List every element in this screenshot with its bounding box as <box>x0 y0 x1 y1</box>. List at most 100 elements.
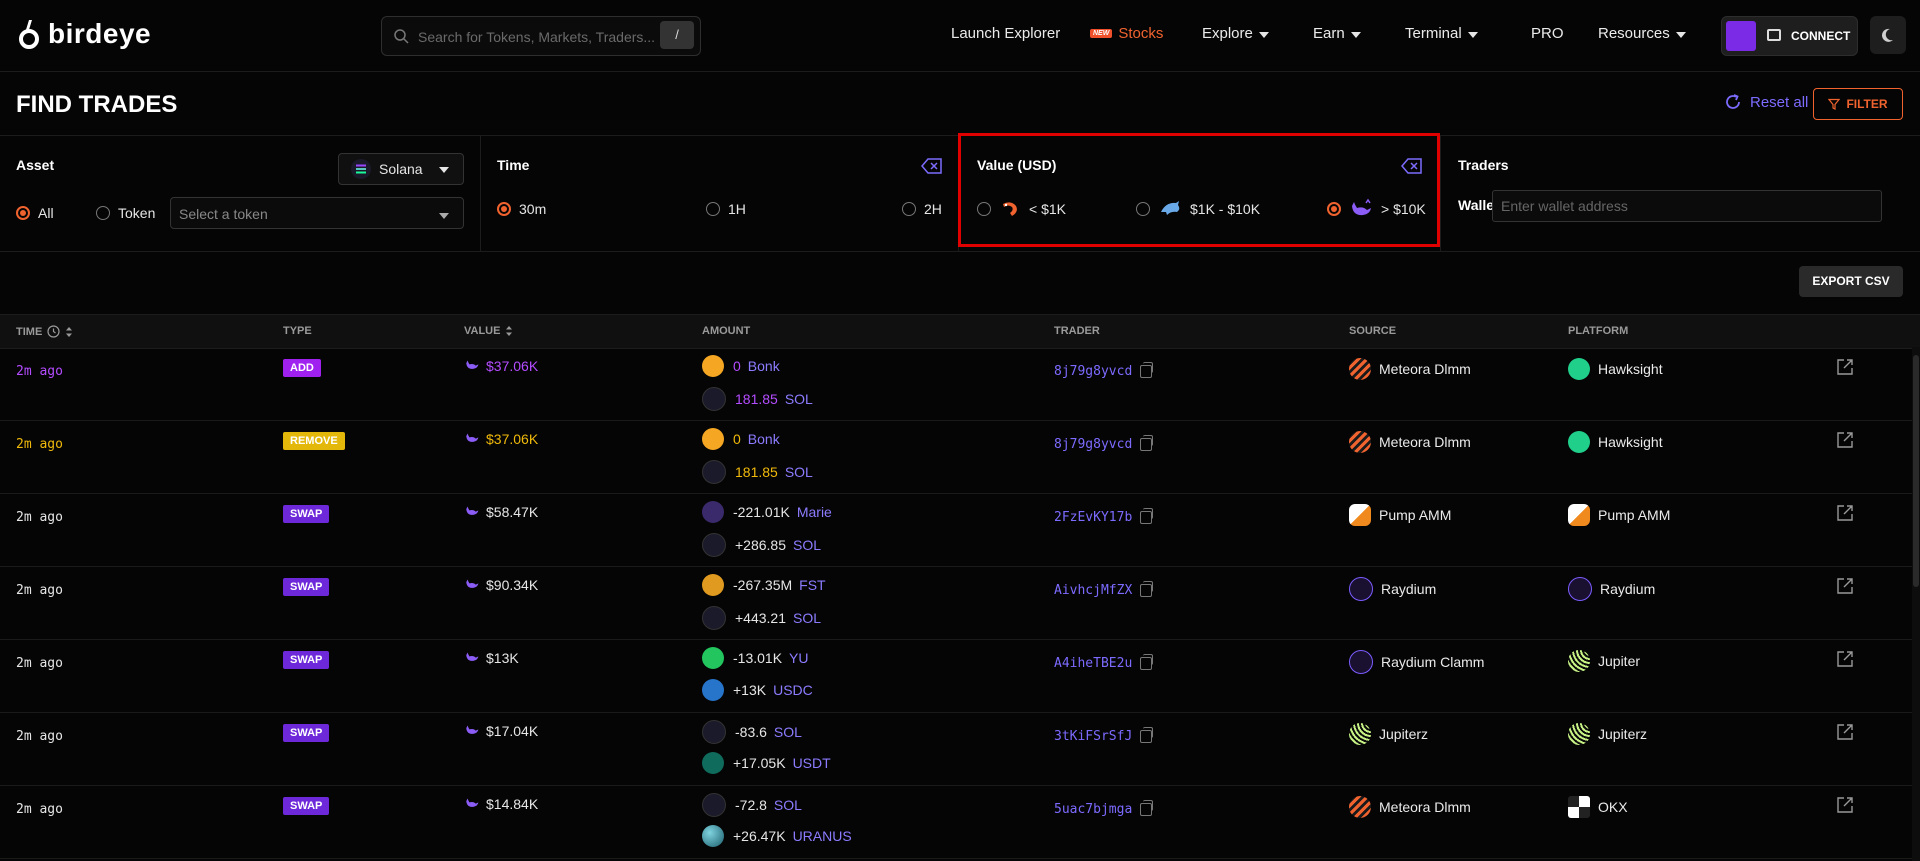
token-symbol-link[interactable]: SOL <box>785 464 813 480</box>
yu-token-icon <box>702 647 724 669</box>
trader-address[interactable]: AivhcjMfZX <box>1054 581 1154 598</box>
external-link-icon[interactable] <box>1836 796 1854 814</box>
refresh-icon <box>1726 94 1740 109</box>
time-option-1h[interactable]: 1H <box>706 201 746 217</box>
table-row[interactable]: 2m ago SWAP $17.04K -83.6 SOL +17.05K US… <box>0 713 1912 786</box>
table-row[interactable]: 2m ago ADD $37.06K 0 Bonk 181.85 SOL 8j7… <box>0 348 1912 421</box>
copy-icon[interactable] <box>1140 362 1154 378</box>
token-symbol-link[interactable]: Bonk <box>748 358 780 374</box>
export-csv-button[interactable]: EXPORT CSV <box>1799 266 1903 297</box>
time-option-30m[interactable]: 30m <box>497 201 546 217</box>
nav-explore[interactable]: Explore <box>1202 25 1269 42</box>
platform-name: Hawksight <box>1598 434 1663 450</box>
trader-address-text[interactable]: 8j79g8yvcd <box>1054 437 1132 452</box>
filter-button[interactable]: FILTER <box>1813 88 1903 120</box>
trader-address-text[interactable]: A4iheTBE2u <box>1054 656 1132 671</box>
clear-filter-icon[interactable] <box>921 158 943 174</box>
trader-address-text[interactable]: 3tKiFSrSfJ <box>1054 729 1132 744</box>
table-row[interactable]: 2m ago REMOVE $37.06K 0 Bonk 181.85 SOL … <box>0 421 1912 494</box>
hawksight-logo-icon <box>1568 358 1590 380</box>
clock-icon <box>47 325 60 338</box>
chain-select[interactable]: Solana <box>338 153 464 185</box>
column-value-label: VALUE <box>464 325 501 337</box>
external-link-icon[interactable] <box>1836 577 1854 595</box>
token-symbol-link[interactable]: SOL <box>793 537 821 553</box>
connect-label: CONNECT <box>1791 29 1851 43</box>
source-name: Meteora Dlmm <box>1379 434 1471 450</box>
copy-icon[interactable] <box>1140 800 1154 816</box>
trader-address[interactable]: 2FzEvKY17b <box>1054 508 1154 525</box>
trader-address-text[interactable]: 5uac7bjmga <box>1054 802 1132 817</box>
whale-icon <box>466 506 479 515</box>
reset-all-button[interactable]: Reset all <box>1724 93 1808 111</box>
trader-address-text[interactable]: AivhcjMfZX <box>1054 583 1132 598</box>
nav-stocks[interactable]: NEW Stocks <box>1090 25 1163 42</box>
token-symbol-link[interactable]: SOL <box>785 391 813 407</box>
token-symbol-link[interactable]: YU <box>789 650 808 666</box>
external-link-icon[interactable] <box>1836 650 1854 668</box>
birdeye-logo[interactable]: birdeye <box>16 18 151 50</box>
scrollbar-thumb[interactable] <box>1913 355 1919 587</box>
trader-address[interactable]: 8j79g8yvcd <box>1054 435 1154 452</box>
nav-launch-explorer[interactable]: Launch Explorer <box>951 25 1060 42</box>
table-row[interactable]: 2m ago SWAP $90.34K -267.35M FST +443.21… <box>0 567 1912 640</box>
connect-wallet-button[interactable]: CONNECT <box>1721 16 1858 56</box>
table-row[interactable]: 2m ago SWAP $14.84K -72.8 SOL +26.47K UR… <box>0 786 1912 859</box>
global-search[interactable]: / <box>381 16 701 56</box>
copy-icon[interactable] <box>1140 727 1154 743</box>
token-symbol-link[interactable]: SOL <box>774 797 802 813</box>
value-option-over-10k[interactable]: > $10K <box>1327 198 1426 220</box>
nav-stocks-label: Stocks <box>1118 25 1164 42</box>
external-link-icon[interactable] <box>1836 358 1854 376</box>
trader-address-text[interactable]: 2FzEvKY17b <box>1054 510 1132 525</box>
token-select[interactable]: Select a token <box>170 197 464 229</box>
table-scrollbar[interactable] <box>1912 347 1920 861</box>
token-symbol-link[interactable]: FST <box>799 577 825 593</box>
nav-resources[interactable]: Resources <box>1598 25 1686 42</box>
trader-address[interactable]: 5uac7bjmga <box>1054 800 1154 817</box>
search-input[interactable] <box>416 25 660 49</box>
value-option-under-1k[interactable]: < $1K <box>977 198 1066 220</box>
amount-value: +26.47K <box>733 828 786 844</box>
token-symbol-link[interactable]: URANUS <box>793 828 852 844</box>
nav-pro[interactable]: PRO <box>1531 25 1564 42</box>
table-row[interactable]: 2m ago SWAP $13K -13.01K YU +13K USDC A4… <box>0 640 1912 713</box>
asset-option-token[interactable]: Token <box>96 205 155 221</box>
clear-filter-icon[interactable] <box>1401 158 1423 174</box>
column-value[interactable]: VALUE <box>464 325 513 337</box>
trade-value-text: $37.06K <box>486 431 539 447</box>
external-link-icon[interactable] <box>1836 504 1854 522</box>
nav-terminal[interactable]: Terminal <box>1405 25 1478 42</box>
token-symbol-link[interactable]: Bonk <box>748 431 780 447</box>
asset-option-all[interactable]: All <box>16 205 54 221</box>
nav-earn[interactable]: Earn <box>1313 25 1361 42</box>
trader-address[interactable]: 8j79g8yvcd <box>1054 362 1154 379</box>
external-link-icon[interactable] <box>1836 723 1854 741</box>
token-symbol-link[interactable]: USDT <box>793 755 831 771</box>
wallet-address-input[interactable] <box>1492 190 1882 222</box>
jupiter-logo-icon <box>1568 723 1590 745</box>
amount-in: -267.35M FST <box>702 574 826 596</box>
theme-toggle-button[interactable] <box>1870 16 1906 54</box>
token-symbol-link[interactable]: Marie <box>797 504 832 520</box>
token-symbol-link[interactable]: USDC <box>773 682 813 698</box>
column-time[interactable]: TIME <box>16 325 73 338</box>
trader-address-text[interactable]: 8j79g8yvcd <box>1054 364 1132 379</box>
amount-value: -72.8 <box>735 797 767 813</box>
time-option-2h[interactable]: 2H <box>902 201 942 217</box>
value-option-1k-10k[interactable]: $1K - $10K <box>1136 198 1260 220</box>
token-symbol-link[interactable]: SOL <box>774 724 802 740</box>
trader-address[interactable]: A4iheTBE2u <box>1054 654 1154 671</box>
trade-value: $13K <box>464 650 519 666</box>
copy-icon[interactable] <box>1140 654 1154 670</box>
okx-logo-icon <box>1568 796 1590 818</box>
trader-address[interactable]: 3tKiFSrSfJ <box>1054 727 1154 744</box>
table-row[interactable]: 2m ago SWAP $58.47K -221.01K Marie +286.… <box>0 494 1912 567</box>
copy-icon[interactable] <box>1140 508 1154 524</box>
external-link-icon[interactable] <box>1836 431 1854 449</box>
trade-value: $58.47K <box>464 504 538 520</box>
trade-type-badge: SWAP <box>283 797 330 815</box>
copy-icon[interactable] <box>1140 435 1154 451</box>
copy-icon[interactable] <box>1140 581 1154 597</box>
token-symbol-link[interactable]: SOL <box>793 610 821 626</box>
